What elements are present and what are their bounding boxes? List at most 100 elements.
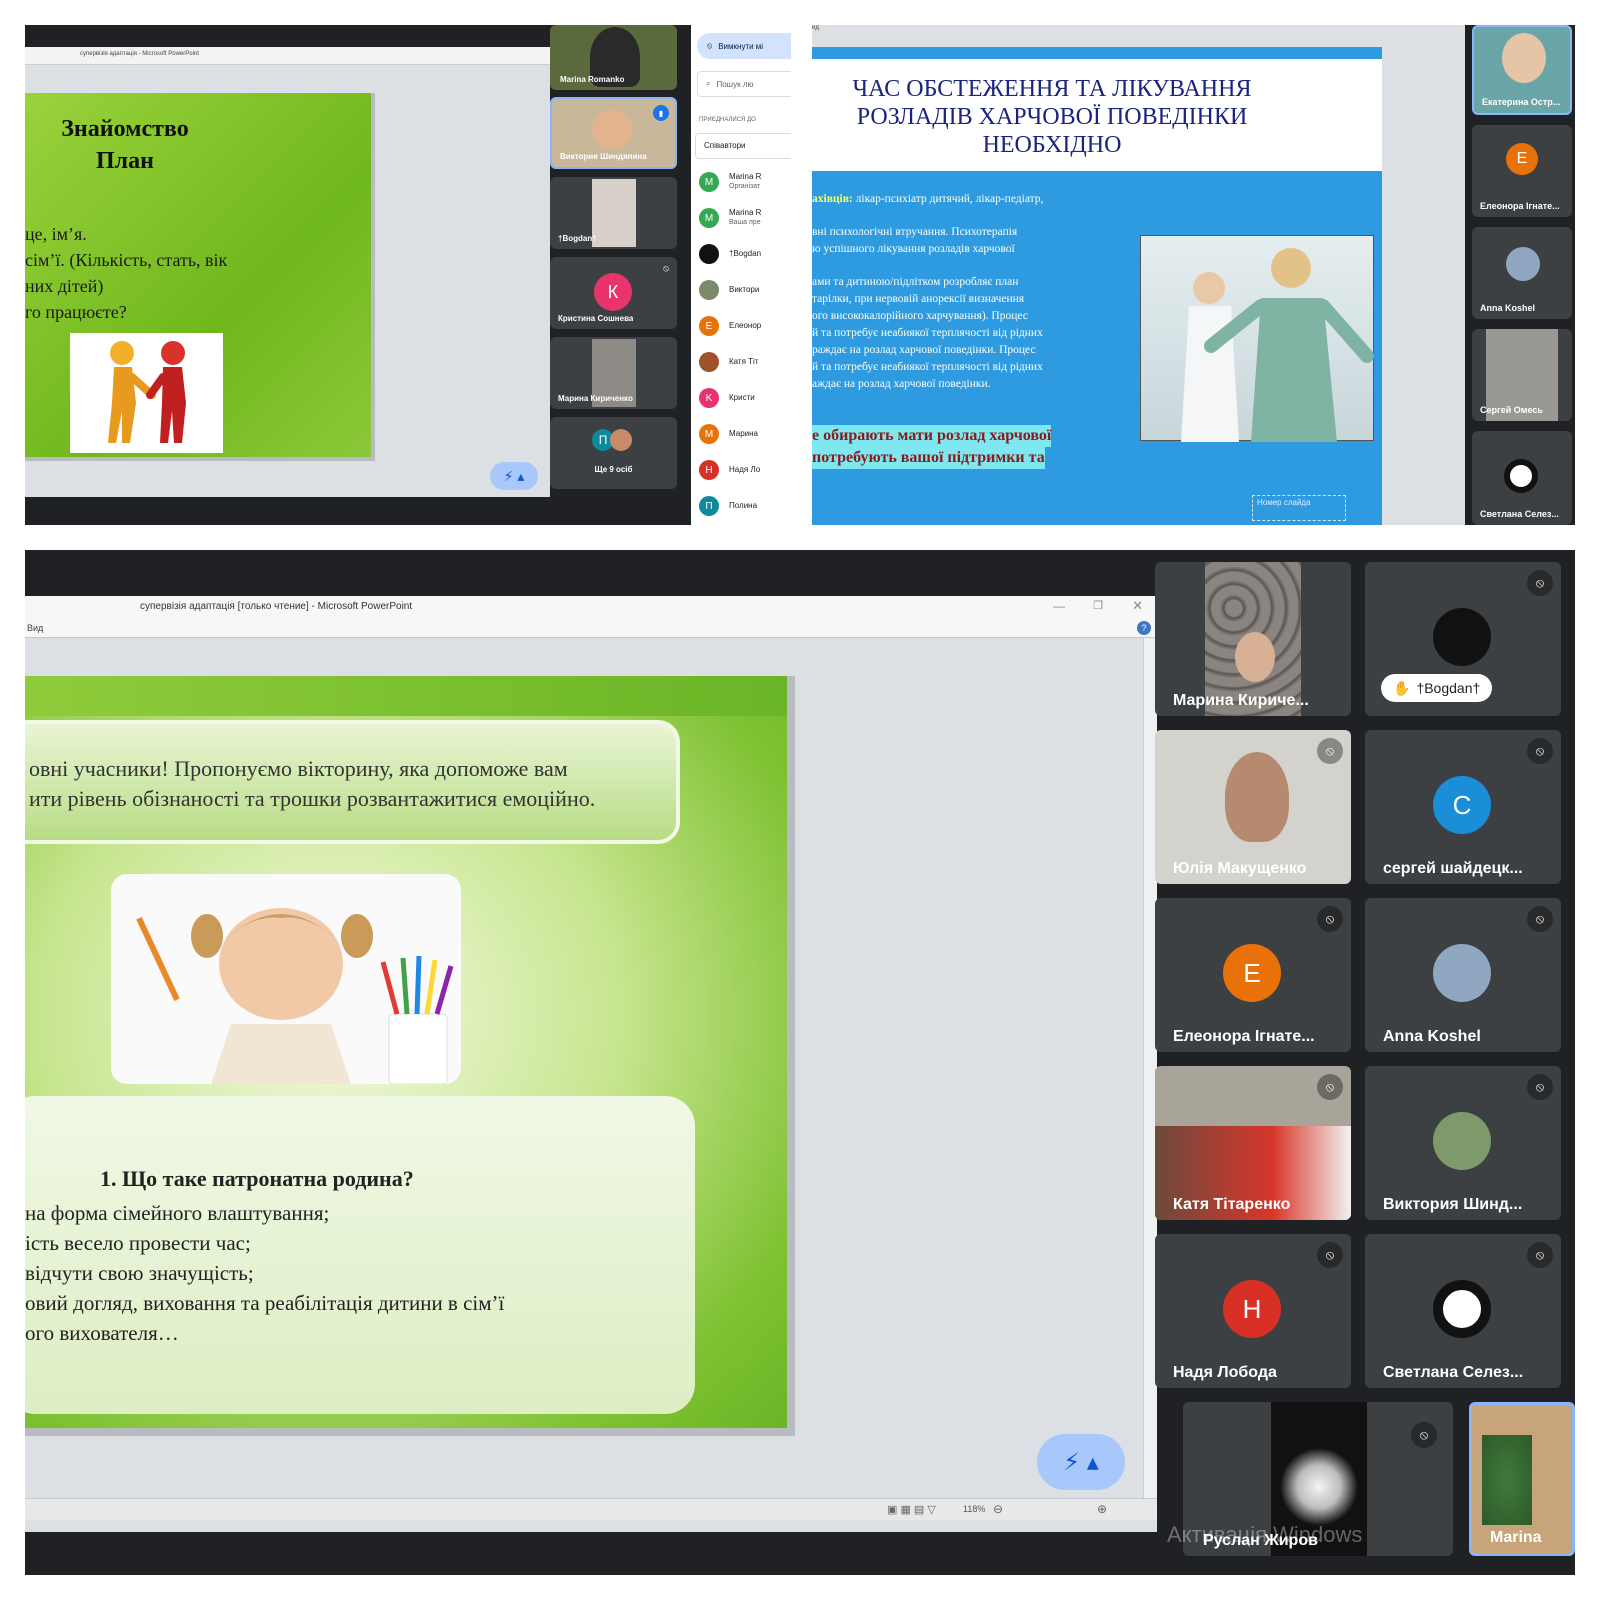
avatar [610, 429, 632, 451]
help-icon[interactable]: ? [1137, 621, 1151, 635]
window-title: супервізія адаптація - Microsoft PowerPo… [80, 51, 199, 57]
search-people-input[interactable]: ⌕ Пошук лю [697, 71, 791, 97]
participant-tile[interactable]: †Bogdan† [550, 177, 677, 249]
slide-body: це, ім’я. сім’ї. (Кількість, стать, вік … [25, 221, 227, 325]
participant-row[interactable]: M Marina R Ваша пре [699, 201, 791, 235]
body-line: ю успішного лікування розладів харчової [812, 243, 1015, 255]
avatar: E [699, 316, 719, 336]
participant-tile[interactable]: Светлана Селез... [1472, 431, 1572, 525]
participant-name: †Bogdan† [1416, 680, 1481, 696]
mute-all-button[interactable]: ⦸ Вимкнути мі [697, 33, 791, 59]
body-line: аждає на розлад харчової поведінки. [812, 378, 991, 390]
row-name: Надя Ло [729, 465, 761, 474]
participant-tile[interactable]: Марина Кириче... [1155, 562, 1351, 716]
participant-name: Anna Koshel [1383, 1028, 1481, 1045]
participant-tile[interactable]: ⦸ Юлія Макущенко [1155, 730, 1351, 884]
slide-number-box: Номер слайда [1252, 495, 1346, 521]
zoom-in-icon[interactable]: ⊕ [1097, 1502, 1107, 1516]
participant-row[interactable]: †Bogdan [699, 237, 791, 271]
participant-row[interactable]: H Надя Ло [699, 453, 791, 487]
participant-tile[interactable]: ⦸ Anna Koshel [1365, 898, 1561, 1052]
body-line: це, ім’я. [25, 224, 87, 244]
mic-off-icon: ⦸ [1317, 906, 1343, 932]
ppt-titlebar: супервізія адаптація - Microsoft PowerPo… [25, 47, 550, 65]
slide-main: овні учасники! Пропонуємо вікторину, яка… [25, 676, 795, 1436]
body-line: й та потребує неабиякої терплячості від … [812, 361, 1043, 373]
search-icon: ⌕ [706, 79, 711, 88]
specialists-line: ахівців: лікар-психіатр дитячий, лікар-п… [812, 191, 1122, 208]
slide-body: ахівців: лікар-психіатр дитячий, лікар-п… [812, 191, 1122, 393]
ppt-window-2: ид ЧАС ОБСТЕЖЕННЯ ТА ЛІКУВАННЯ РОЗЛАДІВ … [812, 25, 1465, 525]
window-title: супервізія адаптація [только чтение] - M… [140, 601, 413, 612]
participant-tile[interactable]: ⦸ H Надя Лобода [1155, 1234, 1351, 1388]
row-name: Marina R [729, 208, 762, 217]
presenting-button[interactable]: ⚡︎ ▴ [490, 462, 538, 490]
participant-name: Катя Тітаренко [1173, 1196, 1291, 1213]
participant-name: Виктория Шиндяпина [560, 152, 647, 161]
participant-row-text: Марина [729, 429, 758, 439]
participant-tile[interactable]: Anna Koshel [1472, 227, 1572, 319]
participant-tile[interactable]: Марина Кириченко [550, 337, 677, 409]
participant-row[interactable]: M Marina R Організат [699, 165, 791, 199]
participant-row[interactable]: E Елеонор [699, 309, 791, 343]
mute-all-label: Вимкнути мі [718, 41, 764, 51]
participant-row[interactable]: П Полина [699, 489, 791, 523]
row-name: †Bogdan [729, 249, 762, 258]
mic-off-icon: ⦸ [1527, 570, 1553, 596]
participant-name: Елеонора Ігнате... [1173, 1028, 1315, 1045]
participant-tile[interactable]: Сергей Омесь [1472, 329, 1572, 421]
participant-name: Светлана Селез... [1383, 1364, 1524, 1381]
intro-box: овні учасники! Пропонуємо вікторину, яка… [25, 720, 680, 844]
avatar [1433, 944, 1491, 1002]
question-title: 1. Що таке патронатна родина? [100, 1166, 414, 1191]
restore-icon[interactable]: ❐ [1093, 599, 1103, 612]
participant-tile[interactable]: ⦸ Светлана Селез... [1365, 1234, 1561, 1388]
participant-tile[interactable]: ⦸ Виктория Шинд... [1365, 1066, 1561, 1220]
slide-title-box: ЧАС ОБСТЕЖЕННЯ ТА ЛІКУВАННЯ РОЗЛАДІВ ХАР… [812, 59, 1382, 171]
participant-name: Сергей Омесь [1480, 405, 1543, 415]
body-line: й та потребує неабиякої терплячості від … [812, 327, 1043, 339]
participant-tile[interactable]: ⦸ Катя Тітаренко [1155, 1066, 1351, 1220]
participant-tile[interactable]: ⦸ ✋ †Bogdan† [1365, 562, 1561, 716]
participant-tile[interactable]: К ⦸ Кристина Сошнева [550, 257, 677, 329]
mic-off-icon: ⦸ [1411, 1422, 1437, 1448]
meet-screenshot-main: супервізія адаптація [только чтение] - M… [25, 550, 1575, 1575]
close-icon[interactable]: ✕ [1132, 598, 1143, 614]
meet-screenshot-1: супервізія адаптація - Microsoft PowerPo… [25, 25, 791, 525]
more-participants-tile[interactable]: П Ще 9 осіб [550, 417, 677, 489]
participant-tile-self[interactable]: Marina [1469, 1402, 1575, 1556]
avatar: П [699, 496, 719, 516]
body-line: тарілки, при нервовій анорексії визначен… [812, 293, 1025, 305]
highlight-line: е обирають мати розлад харчової [812, 425, 1052, 447]
slide-1: Знайомство План це, ім’я. сім’ї. (Кількі… [25, 93, 375, 461]
participant-row-text: Marina R Ваша пре [729, 208, 761, 228]
presenting-button[interactable]: ⚡︎ ▴ [1037, 1434, 1125, 1490]
participant-tile[interactable]: Marina Romanko [550, 25, 677, 90]
name-chip: ✋ †Bogdan† [1381, 674, 1493, 702]
row-name: Полина [729, 501, 758, 510]
participant-tile-speaking[interactable]: ▮ Виктория Шиндяпина [550, 97, 677, 169]
row-name: Marina R [729, 172, 762, 181]
participant-face [1235, 632, 1275, 682]
zoom-out-icon[interactable]: ⊖ [993, 1502, 1003, 1516]
coauthors-section[interactable]: Співавтори [695, 133, 791, 159]
participant-row[interactable]: K Кристи [699, 381, 791, 415]
participant-row[interactable]: Катя Тіт [699, 345, 791, 379]
title-line: Знайомство [61, 116, 189, 142]
question-box: 1. Що таке патронатна родина? на форма с… [25, 1096, 695, 1414]
participant-tile[interactable]: Екатерина Остр... [1472, 25, 1572, 115]
avatar [699, 280, 719, 300]
minimize-icon[interactable]: — [1053, 599, 1065, 613]
avatar [699, 244, 719, 264]
participant-tile[interactable]: ⦸ C сергей шайдецк... [1365, 730, 1561, 884]
participant-tile[interactable]: E Елеонора Ігнате... [1472, 125, 1572, 217]
highlight-text: е обирають мати розлад харчової потребую… [812, 425, 1122, 469]
view-icons[interactable]: ▣ ▦ ▤ ▽ [887, 1503, 936, 1516]
participant-row-text: Полина [729, 501, 757, 511]
answer-line: овий догляд, виховання та реабілітація д… [25, 1291, 505, 1315]
participant-row[interactable]: Виктори [699, 273, 791, 307]
handshake-image [70, 333, 223, 453]
participant-row[interactable]: M Марина [699, 417, 791, 451]
participant-tile[interactable]: ⦸ E Елеонора Ігнате... [1155, 898, 1351, 1052]
menu-view[interactable]: Вид [27, 623, 43, 633]
